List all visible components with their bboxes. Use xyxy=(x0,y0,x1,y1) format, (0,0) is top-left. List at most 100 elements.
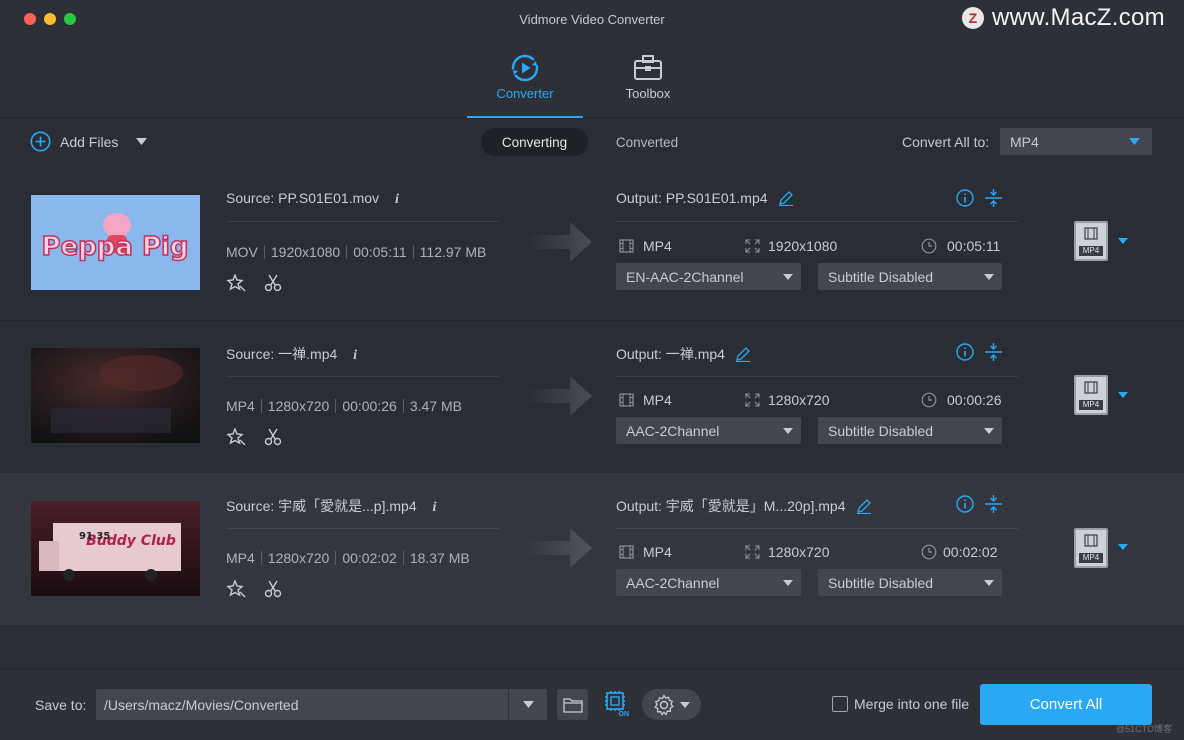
merge-checkbox[interactable]: Merge into one file xyxy=(832,696,969,712)
tab-toolbox[interactable]: Toolbox xyxy=(592,50,704,118)
file-info-icon[interactable]: i xyxy=(395,192,399,207)
chevron-down-icon xyxy=(984,274,994,280)
info-circle-icon[interactable] xyxy=(956,189,974,207)
scissors-icon[interactable] xyxy=(264,274,282,292)
credit-watermark: @51CTO博客 xyxy=(1116,724,1172,734)
scissors-icon[interactable] xyxy=(264,580,282,598)
convert-all-button[interactable]: Convert All xyxy=(980,684,1152,725)
settings-button[interactable] xyxy=(642,689,701,720)
save-to-dropdown-button[interactable] xyxy=(508,689,547,720)
source-meta: MOV 1920x1080 00:05:11 112.97 MB xyxy=(226,244,487,260)
folder-icon xyxy=(562,697,583,713)
chevron-down-icon xyxy=(984,580,994,586)
subtitle-select[interactable]: Subtitle Disabled xyxy=(818,569,1002,596)
chevron-down-icon[interactable] xyxy=(1118,544,1128,550)
save-to-label: Save to: xyxy=(35,697,87,713)
file-row: Buddy Club 91 35 Source: 宇威「愛就是...p].mp4 … xyxy=(0,473,1184,625)
file-row: Source: 一禅.mp4 i MP4 1280x720 00:00:26 3… xyxy=(0,320,1184,472)
file-row: Peppa Pig Source: PP.S01E01.mov i MOV 19… xyxy=(0,166,1184,318)
hardware-acceleration-button[interactable]: ON xyxy=(599,689,631,720)
output-format-button[interactable]: MP4 xyxy=(1074,375,1108,415)
format-badge: MP4 xyxy=(1079,553,1103,563)
film-icon xyxy=(1084,534,1098,547)
source-filename: Source: 宇威「愛就是...p].mp4 i xyxy=(226,498,437,515)
tab-converted[interactable]: Converted xyxy=(598,128,696,156)
tab-converter[interactable]: Converter xyxy=(467,50,583,118)
save-to-path-value: /Users/macz/Movies/Converted xyxy=(104,697,299,713)
merge-checkbox-box[interactable] xyxy=(832,696,848,712)
resize-icon xyxy=(745,393,760,407)
film-icon xyxy=(1084,381,1098,394)
add-files-button[interactable]: Add Files xyxy=(30,131,148,152)
compress-icon[interactable] xyxy=(985,189,1002,207)
add-circle-icon xyxy=(30,131,51,152)
audio-track-select[interactable]: AAC-2Channel xyxy=(616,569,801,596)
file-info-icon[interactable]: i xyxy=(433,500,437,515)
merge-label: Merge into one file xyxy=(854,696,970,712)
output-filename: Output: PP.S01E01.mp4 xyxy=(616,190,794,206)
video-thumbnail xyxy=(31,348,200,443)
file-info-icon[interactable]: i xyxy=(353,348,357,363)
audio-track-select[interactable]: EN-AAC-2Channel xyxy=(616,263,801,290)
clock-icon xyxy=(921,392,937,408)
output-filename: Output: 宇威「愛就是」M...20p].mp4 xyxy=(616,496,872,516)
output-duration: 00:02:02 xyxy=(921,544,998,560)
enhance-star-icon[interactable] xyxy=(226,580,246,598)
video-thumbnail: Peppa Pig xyxy=(31,195,200,290)
edit-pencil-icon[interactable] xyxy=(735,346,751,362)
output-format: MP4 xyxy=(619,544,672,560)
resize-icon xyxy=(745,239,760,253)
edit-pencil-icon[interactable] xyxy=(856,498,872,514)
open-folder-button[interactable] xyxy=(557,689,588,720)
output-format-button[interactable]: MP4 xyxy=(1074,528,1108,568)
chevron-down-icon[interactable] xyxy=(1118,238,1128,244)
convert-arrow-icon xyxy=(528,222,592,262)
compress-icon[interactable] xyxy=(985,343,1002,361)
enhance-star-icon[interactable] xyxy=(226,274,246,292)
tab-toolbox-label: Toolbox xyxy=(625,86,671,101)
scissors-icon[interactable] xyxy=(264,428,282,446)
divider xyxy=(616,221,1018,222)
add-files-label: Add Files xyxy=(60,133,119,150)
info-circle-icon[interactable] xyxy=(956,495,974,513)
save-to-path-field[interactable]: /Users/macz/Movies/Converted xyxy=(96,689,547,720)
watermark: Z www.MacZ.com xyxy=(962,4,1165,31)
chevron-down-icon xyxy=(1129,138,1140,145)
compress-icon[interactable] xyxy=(985,495,1002,513)
audio-track-select[interactable]: AAC-2Channel xyxy=(616,417,801,444)
format-badge: MP4 xyxy=(1079,400,1103,410)
subtitle-select[interactable]: Subtitle Disabled xyxy=(818,263,1002,290)
peppa-pig-logo: Peppa Pig xyxy=(41,232,188,262)
output-filename: Output: 一禅.mp4 xyxy=(616,344,751,364)
chevron-down-icon xyxy=(523,701,534,708)
output-duration: 00:00:26 xyxy=(921,392,1002,408)
film-icon xyxy=(619,545,634,559)
main-nav: Converter Toolbox xyxy=(0,40,1184,118)
convert-all-format-value: MP4 xyxy=(1010,134,1039,150)
source-meta: MP4 1280x720 00:00:26 3.47 MB xyxy=(226,398,462,414)
divider xyxy=(226,376,499,377)
format-badge: MP4 xyxy=(1079,246,1103,256)
tab-converter-label: Converter xyxy=(496,86,554,101)
chevron-down-icon xyxy=(783,274,793,280)
info-circle-icon[interactable] xyxy=(956,343,974,361)
edit-pencil-icon[interactable] xyxy=(778,190,794,206)
hw-accel-badge: ON xyxy=(618,711,630,718)
enhance-star-icon[interactable] xyxy=(226,428,246,446)
tab-converting[interactable]: Converting xyxy=(481,128,588,156)
output-format: MP4 xyxy=(619,392,672,408)
convert-all-format-select[interactable]: MP4 xyxy=(1000,128,1152,155)
output-resolution: 1920x1080 xyxy=(745,238,837,254)
toolbar: Add Files Converting Converted Convert A… xyxy=(0,118,1184,166)
clock-icon xyxy=(921,238,937,254)
divider xyxy=(226,528,499,529)
source-filename: Source: 一禅.mp4 i xyxy=(226,346,358,363)
output-duration: 00:05:11 xyxy=(921,238,1000,254)
divider xyxy=(226,221,499,222)
chevron-down-icon[interactable] xyxy=(1118,392,1128,398)
clock-icon xyxy=(921,544,937,560)
chevron-down-icon xyxy=(783,428,793,434)
output-format-button[interactable]: MP4 xyxy=(1074,221,1108,261)
add-files-dropdown-icon[interactable] xyxy=(136,138,148,145)
subtitle-select[interactable]: Subtitle Disabled xyxy=(818,417,1002,444)
